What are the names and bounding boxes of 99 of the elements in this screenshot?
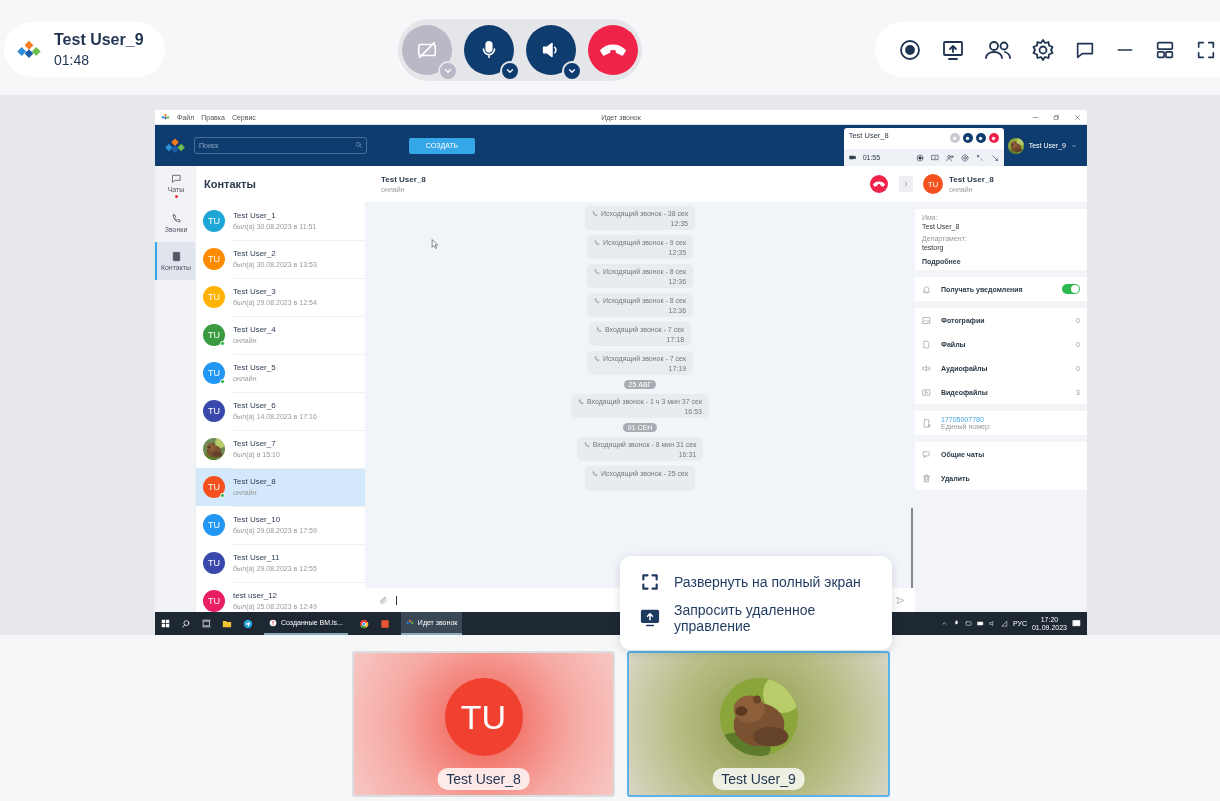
file-icon bbox=[922, 339, 931, 349]
chrome-icon[interactable] bbox=[358, 618, 369, 629]
dot-icon bbox=[991, 135, 997, 141]
chat-bubble-icon bbox=[170, 172, 182, 184]
avatar: TU bbox=[203, 324, 225, 346]
windows-icon[interactable] bbox=[161, 619, 170, 628]
participant-name: Test User_9 bbox=[712, 768, 805, 790]
dot-icon bbox=[978, 135, 984, 141]
folder-icon[interactable] bbox=[222, 618, 232, 629]
scrollbar[interactable] bbox=[911, 508, 913, 588]
record-icon[interactable] bbox=[898, 37, 922, 62]
contact-name: Test User_7 bbox=[233, 439, 277, 448]
avatar: TU bbox=[203, 248, 225, 270]
network-icon[interactable] bbox=[1000, 620, 1008, 627]
menu-item[interactable]: Запросить удаленное управление bbox=[630, 602, 882, 634]
phone-icon bbox=[595, 326, 602, 333]
avatar: TU bbox=[203, 552, 225, 574]
expand-icon[interactable] bbox=[975, 153, 984, 162]
browser-icon bbox=[269, 618, 277, 627]
chevron-right-icon bbox=[902, 180, 910, 188]
restore-icon[interactable] bbox=[1053, 113, 1060, 121]
record-icon[interactable] bbox=[915, 153, 924, 162]
phone-icon bbox=[591, 210, 598, 217]
logo-icon bbox=[164, 136, 186, 155]
notifications-toggle[interactable] bbox=[1062, 284, 1080, 294]
phone-icon bbox=[591, 470, 598, 477]
avatar: TU bbox=[203, 476, 225, 498]
avatar: TU bbox=[203, 590, 225, 612]
hang-up-button[interactable] bbox=[988, 133, 999, 143]
contact-name: Test User_5 bbox=[233, 363, 277, 372]
chevron-down-icon bbox=[1071, 142, 1077, 149]
dropdown-badge[interactable] bbox=[562, 60, 582, 81]
avatar: TU bbox=[203, 362, 225, 384]
phone-icon bbox=[583, 441, 590, 448]
contact-name: Test User_3 bbox=[233, 287, 277, 296]
phone-icon bbox=[593, 239, 600, 246]
contact-name: test user_12 bbox=[233, 591, 279, 600]
avatar: TU bbox=[203, 400, 225, 422]
paperclip-icon[interactable] bbox=[379, 595, 388, 605]
chevron-up-icon[interactable] bbox=[940, 620, 948, 627]
phone-icon bbox=[593, 268, 600, 275]
video-tile[interactable]: Test User_9 bbox=[627, 651, 890, 797]
chat-title: Test User_8 bbox=[381, 175, 426, 184]
contact-name: Test User_4 bbox=[233, 325, 277, 334]
hang-up-button[interactable] bbox=[870, 175, 888, 193]
text-cursor bbox=[396, 595, 397, 605]
search-icon bbox=[355, 141, 363, 149]
contact-name: Test User_8 bbox=[233, 477, 277, 486]
hang-up-icon bbox=[873, 181, 885, 187]
phone-icon bbox=[578, 398, 585, 405]
profile-name: Test User_8 bbox=[949, 175, 994, 184]
chats-icon bbox=[922, 449, 931, 459]
logo-icon bbox=[16, 39, 42, 60]
contact-name: Test User_6 bbox=[233, 401, 277, 410]
phone-icon bbox=[170, 213, 182, 224]
speaker-button[interactable] bbox=[975, 133, 986, 143]
microphone-button[interactable] bbox=[962, 133, 973, 143]
participant-name: Test User_8 bbox=[437, 768, 530, 790]
dot-icon bbox=[952, 135, 958, 141]
dot-icon bbox=[965, 135, 971, 141]
telegram-icon[interactable] bbox=[243, 618, 253, 629]
avatar: TU bbox=[444, 678, 523, 756]
bell-icon bbox=[922, 284, 931, 294]
video-file-icon bbox=[922, 387, 931, 397]
contact-name: Test User_10 bbox=[233, 515, 282, 524]
phone-icon bbox=[593, 297, 600, 304]
battery-icon[interactable] bbox=[976, 620, 984, 627]
collapse-icon[interactable] bbox=[990, 153, 999, 162]
video-tile[interactable]: TU Test User_8 bbox=[352, 651, 615, 797]
contact-name: Test User_11 bbox=[233, 553, 281, 562]
volume-icon[interactable] bbox=[988, 620, 996, 627]
menu-item[interactable]: Развернуть на полный экран bbox=[630, 572, 882, 592]
trash-icon bbox=[922, 473, 931, 483]
user-name: Test User_9 bbox=[54, 31, 144, 49]
dropdown-badge[interactable] bbox=[500, 60, 520, 81]
book-icon bbox=[170, 251, 182, 262]
avatar: TU bbox=[923, 174, 943, 194]
avatar: TU bbox=[203, 210, 225, 232]
contact-name: Test User_2 bbox=[233, 249, 277, 258]
hangup-button[interactable] bbox=[588, 24, 638, 75]
phone-device-icon bbox=[922, 417, 931, 429]
mouse-pointer-icon bbox=[431, 239, 439, 250]
logo-icon bbox=[405, 619, 414, 626]
hang-up-icon bbox=[600, 43, 626, 56]
settings-icon[interactable] bbox=[1031, 37, 1055, 62]
speaker-icon bbox=[922, 363, 931, 373]
search-icon[interactable] bbox=[181, 618, 191, 629]
task-view-icon[interactable] bbox=[202, 619, 211, 628]
call-duration: 01:48 bbox=[54, 52, 91, 68]
avatar: TU bbox=[203, 514, 225, 536]
remote-screen-icon bbox=[640, 608, 660, 628]
avatar: TU bbox=[203, 286, 225, 308]
panel-title: Контакты bbox=[203, 177, 257, 192]
logo-icon bbox=[161, 113, 170, 121]
phone-icon bbox=[593, 355, 600, 362]
app-icon[interactable] bbox=[379, 618, 390, 629]
image-icon bbox=[922, 315, 931, 325]
contact-name: Test User_1 bbox=[233, 211, 277, 220]
fullscreen-icon bbox=[640, 572, 660, 592]
